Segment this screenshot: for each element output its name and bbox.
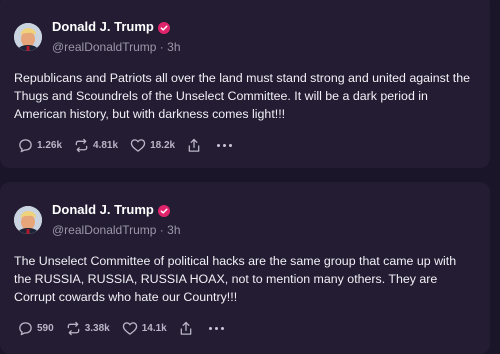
action-bar: 1.26k 4.81k 18.2k [18, 138, 233, 153]
avatar[interactable] [14, 23, 42, 51]
post-text: Republicans and Patriots all over the la… [14, 71, 470, 121]
more-dot [214, 327, 218, 330]
heart-icon [122, 321, 138, 336]
action-bar: 590 3.38k 14.1k [18, 321, 224, 336]
more-dot [208, 327, 212, 330]
verified-badge-icon [157, 21, 170, 34]
like-count: 14.1k [141, 323, 167, 334]
author-name[interactable]: Donald J. Trump [52, 202, 154, 217]
reply-count: 590 [37, 323, 54, 334]
author-handle[interactable]: @realDonaldTrump [52, 223, 156, 237]
separator-dot: · [159, 223, 164, 237]
separator-dot: · [159, 40, 164, 54]
more-dots-icon[interactable] [208, 327, 224, 330]
more-dot [220, 327, 224, 330]
share-icon [187, 138, 201, 153]
repost-count: 3.38k [84, 323, 110, 334]
post-text: The Unselect Committee of political hack… [14, 254, 457, 304]
repost-icon [74, 138, 89, 153]
author-handle[interactable]: @realDonaldTrump [52, 40, 156, 54]
reply-bubble-icon [18, 321, 33, 336]
author-row: Donald J. Trump [52, 202, 170, 217]
like-count: 18.2k [150, 140, 176, 151]
like-button[interactable]: 18.2k [130, 138, 175, 153]
reply-button[interactable]: 1.26k [18, 138, 62, 153]
author-handle-line: @realDonaldTrump · 3h [52, 40, 181, 54]
repost-icon [66, 321, 81, 336]
author-name[interactable]: Donald J. Trump [52, 19, 154, 34]
reply-bubble-icon [18, 138, 33, 153]
share-button[interactable] [179, 321, 193, 336]
verified-badge-icon [157, 204, 170, 217]
post-time[interactable]: 3h [167, 40, 180, 54]
share-icon [179, 321, 193, 336]
more-dot [223, 144, 227, 147]
post-card[interactable]: Donald J. Trump @realDonaldTrump · 3h Th… [0, 182, 490, 354]
share-button[interactable] [187, 138, 201, 153]
post-time[interactable]: 3h [167, 223, 180, 237]
repost-button[interactable]: 4.81k [74, 138, 118, 153]
heart-icon [130, 138, 146, 153]
reply-count: 1.26k [37, 140, 63, 151]
author-handle-line: @realDonaldTrump · 3h [52, 223, 181, 237]
like-button[interactable]: 14.1k [122, 321, 167, 336]
author-row: Donald J. Trump [52, 19, 170, 34]
more-dot [229, 144, 233, 147]
avatar[interactable] [14, 206, 42, 234]
repost-button[interactable]: 3.38k [66, 321, 110, 336]
post-card[interactable]: Donald J. Trump @realDonaldTrump · 3h Re… [0, 0, 490, 168]
repost-count: 4.81k [93, 140, 119, 151]
more-dots-icon[interactable] [217, 144, 233, 147]
more-dot [217, 144, 221, 147]
reply-button[interactable]: 590 [18, 321, 54, 336]
